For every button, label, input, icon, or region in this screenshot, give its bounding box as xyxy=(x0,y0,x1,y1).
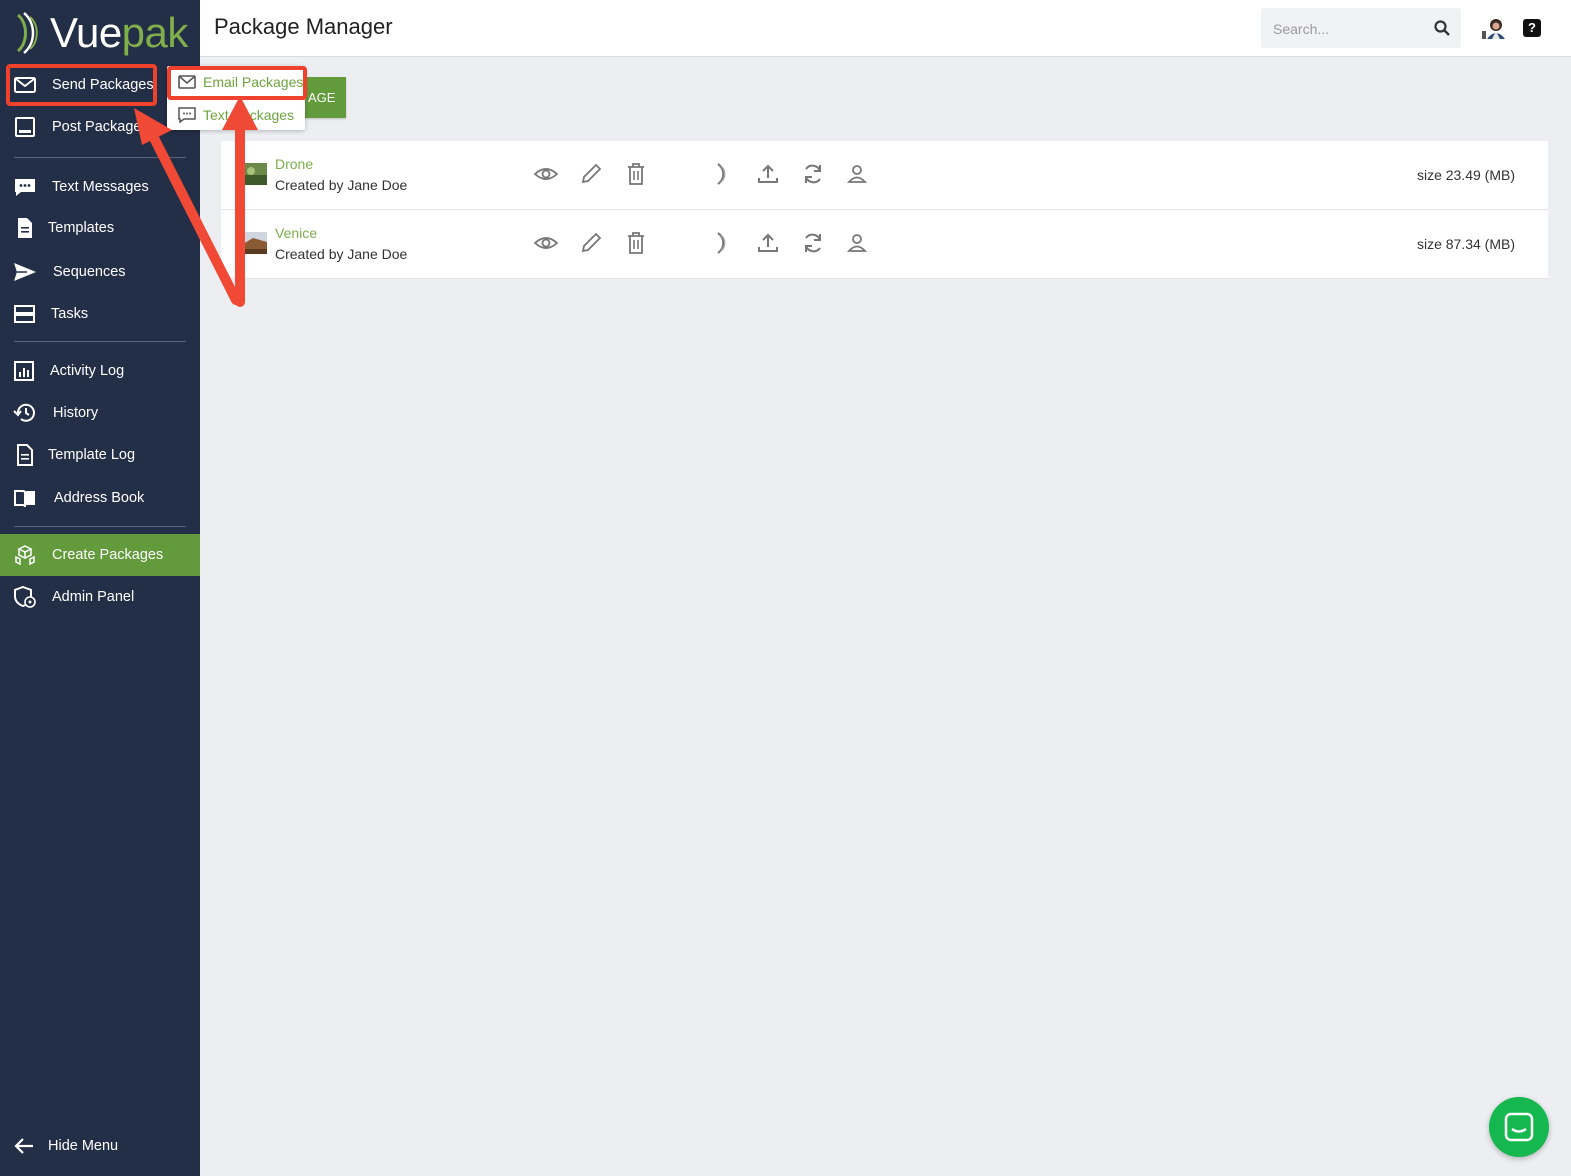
package-name[interactable]: Venice xyxy=(275,225,317,241)
hide-menu-button[interactable]: Hide Menu xyxy=(0,1126,200,1166)
trash-icon[interactable] xyxy=(623,230,649,256)
sidebar-item-address-book[interactable]: Address Book xyxy=(0,478,200,518)
sidebar-item-label: Address Book xyxy=(54,490,145,506)
sidebar-item-label: Templates xyxy=(48,220,115,236)
sidebar-item-template-log[interactable]: Template Log xyxy=(0,435,200,475)
avatar[interactable] xyxy=(1482,17,1510,39)
divider xyxy=(14,341,186,342)
top-bar: Package Manager ? xyxy=(200,0,1571,57)
upload-icon[interactable] xyxy=(755,161,781,187)
sidebar-item-label: Create Packages xyxy=(52,547,164,563)
document-icon xyxy=(18,218,32,238)
book-icon xyxy=(14,490,35,508)
sidebar-item-create-packages[interactable]: Create Packages xyxy=(0,534,200,576)
sidebar-item-label: History xyxy=(53,405,99,421)
dropdown-item-text-packages[interactable]: Text Packages xyxy=(167,100,305,130)
tasks-icon xyxy=(14,305,35,323)
package-size: size 23.49 (MB) xyxy=(1416,167,1515,183)
package-list: Drone Created by Jane Doe size 23.49 (MB… xyxy=(221,141,1548,279)
edit-icon[interactable] xyxy=(578,161,604,187)
table-row: Drone Created by Jane Doe size 23.49 (MB… xyxy=(221,141,1548,210)
user-icon[interactable] xyxy=(844,230,870,256)
search-icon[interactable] xyxy=(1433,19,1451,37)
chat-icon xyxy=(15,179,35,196)
sidebar-item-label: Template Log xyxy=(48,447,136,463)
help-button[interactable]: ? xyxy=(1523,19,1541,37)
search-box xyxy=(1261,8,1461,48)
vuepak-logo-icon[interactable] xyxy=(710,161,736,187)
sidebar-item-tasks[interactable]: Tasks xyxy=(0,294,200,334)
refresh-icon[interactable] xyxy=(800,230,826,256)
divider xyxy=(14,526,186,527)
table-row: Venice Created by Jane Doe size 87.34 (M… xyxy=(221,210,1548,279)
chat-icon xyxy=(178,107,196,123)
sidebar-item-text-messages[interactable]: Text Messages xyxy=(0,167,200,207)
package-thumbnail[interactable] xyxy=(243,163,267,185)
sidebar-item-admin-panel[interactable]: Admin Panel xyxy=(0,577,200,617)
vuepak-logo-icon[interactable] xyxy=(710,230,736,256)
dropdown-item-label: Text Packages xyxy=(203,107,295,123)
divider xyxy=(14,157,186,158)
monitor-icon xyxy=(15,117,35,137)
view-icon[interactable] xyxy=(533,230,559,256)
edit-icon[interactable] xyxy=(578,230,604,256)
sidebar-item-label: Text Messages xyxy=(52,179,149,195)
document-icon xyxy=(17,444,33,466)
sidebar-item-label: Activity Log xyxy=(50,363,125,379)
highlight-send-packages xyxy=(6,64,157,106)
logo[interactable]: Vuepak xyxy=(12,8,188,58)
sidebar-item-templates[interactable]: Templates xyxy=(0,208,200,248)
highlight-email-packages xyxy=(167,66,307,100)
chat-icon xyxy=(1504,1112,1534,1142)
page-title: Package Manager xyxy=(214,14,393,39)
sidebar-item-sequences[interactable]: Sequences xyxy=(0,252,200,292)
user-icon[interactable] xyxy=(844,161,870,187)
chat-launcher-button[interactable] xyxy=(1489,1097,1549,1157)
hide-menu-label: Hide Menu xyxy=(48,1138,119,1154)
sidebar-item-label: Sequences xyxy=(53,264,126,280)
view-icon[interactable] xyxy=(533,161,559,187)
arrow-left-icon xyxy=(14,1138,33,1154)
sidebar-item-label: Admin Panel xyxy=(52,589,135,605)
refresh-icon[interactable] xyxy=(800,161,826,187)
package-creator: Created by Jane Doe xyxy=(275,246,408,262)
logo-text: Vuepak xyxy=(50,9,188,56)
sidebar-item-history[interactable]: History xyxy=(0,393,200,433)
chart-icon xyxy=(14,361,34,381)
sidebar: Vuepak Send Packages Post Packages Text … xyxy=(0,0,200,1176)
create-package-label: AGE xyxy=(308,90,336,105)
history-icon xyxy=(13,403,35,422)
sidebar-item-label: Post Packages xyxy=(52,119,149,135)
package-size: size 87.34 (MB) xyxy=(1416,236,1515,252)
trash-icon[interactable] xyxy=(623,161,649,187)
boxes-icon xyxy=(15,545,35,566)
sidebar-item-label: Tasks xyxy=(51,306,89,322)
package-name[interactable]: Drone xyxy=(275,156,313,172)
package-thumbnail[interactable] xyxy=(243,232,267,254)
sidebar-item-activity-log[interactable]: Activity Log xyxy=(0,351,200,391)
package-creator: Created by Jane Doe xyxy=(275,177,408,193)
search-input[interactable] xyxy=(1271,18,1435,40)
logo-mark-icon xyxy=(16,12,38,54)
send-icon xyxy=(14,263,36,281)
upload-icon[interactable] xyxy=(755,230,781,256)
shield-icon xyxy=(14,586,36,608)
